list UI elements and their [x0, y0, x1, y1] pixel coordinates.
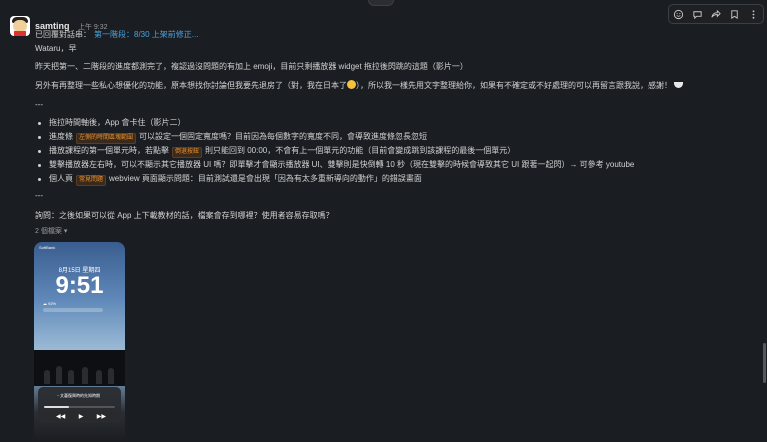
phone-widget: ☁ 92%	[43, 301, 57, 306]
phone-carrier: SoftBank	[39, 245, 56, 250]
question-text: 詢問：之後如果可以從 App 上下載教材的話，檔案會存到哪裡？使用者容易存取嗎？	[35, 211, 334, 220]
inline-code-tag: 常見問題	[76, 175, 107, 186]
list-item: 拖拉時間軸後，App 會卡住（影片二）	[35, 116, 634, 130]
file-thumbnail-phone-screenshot[interactable]: SoftBank 8月15日 星期四 9:51 ☁ 92% ・文藝復興時的先知時…	[34, 242, 125, 442]
separator-2: ---	[35, 191, 43, 200]
bowl-emoji-icon	[674, 82, 683, 88]
phone-widget-bar	[43, 308, 103, 312]
list-item: 播放課程的第一個單元時，若點擊 倒退按鈕 則只能回到 00:00，不會有上一個單元的…	[35, 144, 634, 158]
reply-thread-icon[interactable]	[691, 8, 703, 20]
files-toggle[interactable]: 2 個檔案 ▾	[35, 226, 67, 236]
grinning-emoji-icon	[347, 80, 356, 89]
play-icon: ▶	[78, 414, 84, 420]
chevron-down-icon: ▾	[63, 228, 68, 235]
fast-forward-icon: ▶▶	[96, 414, 106, 420]
thread-reply-line: 已回覆對話串： 第一階段：8/30 上架前修正...	[35, 29, 198, 40]
more-icon[interactable]	[748, 8, 760, 20]
paragraph-1: 昨天把第一、二階段的進度都測完了，複認過沒問題的有加上 emoji，目前只剩播放…	[35, 62, 468, 71]
list-item: 個人頁 常見問題 webview 頁面顯示問題：目前測試還是會出現「因為有太多重新導…	[35, 172, 634, 186]
phone-video-thumbnail	[34, 350, 125, 386]
list-item: 雙擊播放器左右時，可以不顯示其它播放器 UI 嗎？即單擊才會顯示播放器 UI、雙…	[35, 158, 634, 172]
list-item: 進度條 左側的時間區塊範圍 可以設定一個固定寬度嗎？目前因為每個數字的寬度不同，會導…	[35, 130, 634, 144]
greeting: Wataru，早	[35, 44, 77, 53]
bullet-list: 拖拉時間軸後，App 會卡住（影片二） 進度條 左側的時間區塊範圍 可以設定一個固定…	[35, 116, 634, 186]
avatar[interactable]	[10, 16, 30, 36]
top-floating-pill[interactable]: ×	[368, 0, 394, 6]
bookmark-icon[interactable]	[729, 8, 741, 20]
emoji-reaction-icon[interactable]	[672, 8, 684, 20]
inline-code-tag: 倒退按鈕	[172, 147, 203, 158]
player-title: ・文藝復興時的先知時期	[56, 393, 100, 398]
separator-1: ---	[35, 100, 43, 109]
inline-code-tag: 左側的時間區塊範圍	[76, 133, 137, 144]
paragraph-2: 另外有再整理一些私心想優化的功能，原本想找你討論但我要先退房了（對，我在日本了）…	[35, 80, 683, 91]
rewind-icon: ◀◀	[56, 414, 66, 420]
thread-link[interactable]: 第一階段：8/30 上架前修正...	[94, 30, 198, 39]
phone-media-player: ・文藝復興時的先知時期 ◀◀ ▶ ▶▶	[38, 387, 121, 423]
forward-icon[interactable]	[710, 8, 722, 20]
thread-prefix: 已回覆對話串：	[35, 30, 91, 39]
player-progress	[44, 406, 115, 408]
scrollbar[interactable]	[763, 343, 766, 383]
phone-clock: 9:51	[55, 272, 104, 299]
message-actions-toolbar	[668, 4, 764, 24]
player-controls: ◀◀ ▶ ▶▶	[56, 413, 106, 420]
